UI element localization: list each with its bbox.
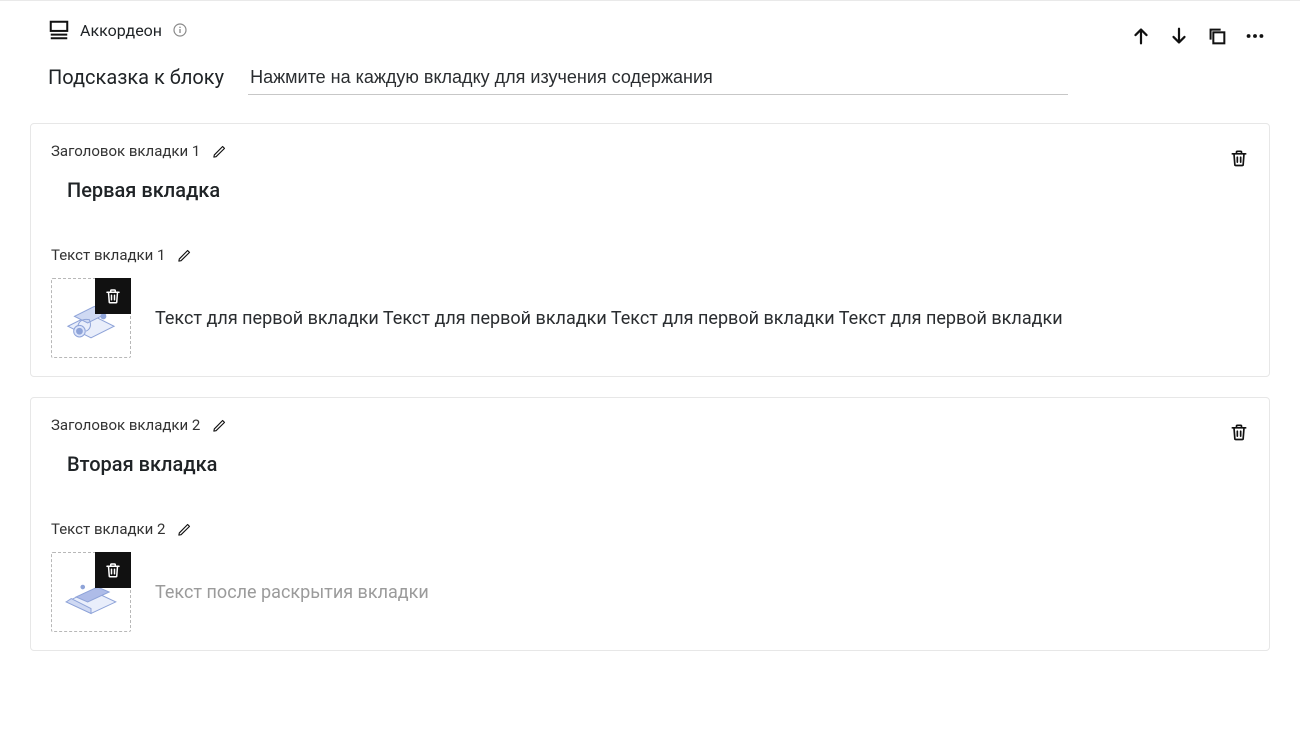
edit-text-button[interactable] (177, 248, 192, 263)
delete-tab-button[interactable] (1229, 148, 1249, 168)
block-type-label: Аккордеон (80, 21, 162, 40)
delete-image-button[interactable] (95, 278, 131, 314)
block-hint-label: Подсказка к блоку (48, 65, 224, 95)
duplicate-button[interactable] (1206, 25, 1228, 47)
delete-image-button[interactable] (95, 552, 131, 588)
tab-text-label: Текст вкладки 1 (51, 246, 165, 264)
edit-header-button[interactable] (212, 418, 227, 433)
tab-body-text[interactable]: Текст для первой вкладки Текст для перво… (155, 308, 1063, 329)
delete-tab-button[interactable] (1229, 422, 1249, 442)
edit-text-button[interactable] (177, 522, 192, 537)
move-up-button[interactable] (1130, 25, 1152, 47)
tab-header-label: Заголовок вкладки 2 (51, 416, 200, 434)
block-header: Аккордеон (30, 1, 1270, 47)
tab-image-slot[interactable] (51, 552, 131, 632)
more-menu-button[interactable] (1244, 25, 1266, 47)
accordion-tab-card: Заголовок вкладки 1 Первая вкладка Текст… (30, 123, 1270, 377)
accordion-tab-card: Заголовок вкладки 2 Вторая вкладка Текст… (30, 397, 1270, 651)
info-icon[interactable] (172, 22, 188, 38)
block-toolbar (1130, 19, 1270, 47)
block-hint-row: Подсказка к блоку (30, 47, 1270, 95)
tab-title[interactable]: Первая вкладка (51, 160, 1249, 246)
accordion-icon (48, 19, 70, 41)
tab-text-label: Текст вкладки 2 (51, 520, 165, 538)
tab-title[interactable]: Вторая вкладка (51, 434, 1249, 520)
tab-image-slot[interactable] (51, 278, 131, 358)
block-hint-input[interactable] (248, 61, 1068, 95)
tab-body-text[interactable]: Текст после раскрытия вкладки (155, 582, 429, 603)
move-down-button[interactable] (1168, 25, 1190, 47)
edit-header-button[interactable] (212, 144, 227, 159)
tab-header-label: Заголовок вкладки 1 (51, 142, 200, 160)
